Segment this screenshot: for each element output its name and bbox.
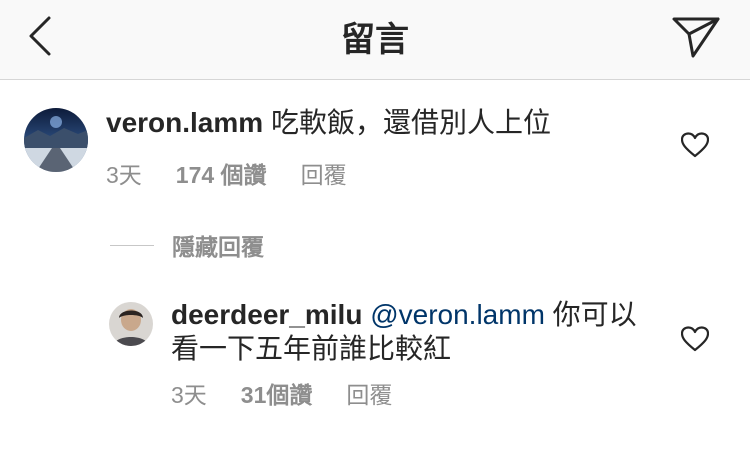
reply-reply-button[interactable]: 回覆 — [346, 376, 392, 410]
paper-plane-icon — [672, 17, 720, 58]
heart-icon — [680, 326, 710, 352]
reply-text: deerdeer_milu @veron.lamm 你可以 看一下五年前誰比較紅 — [171, 298, 651, 366]
reply-mention[interactable]: @veron.lamm — [370, 299, 545, 330]
reply: deerdeer_milu @veron.lamm 你可以 看一下五年前誰比較紅… — [0, 288, 750, 418]
page-title: 留言 — [341, 21, 409, 59]
avatar[interactable] — [24, 108, 88, 172]
reply-body-line1: 你可以 — [552, 299, 637, 330]
comment-body: 吃軟飯，還借別人上位 — [270, 107, 551, 138]
like-button[interactable] — [680, 326, 710, 352]
top-bar: 留言 — [0, 0, 750, 80]
avatar[interactable] — [109, 302, 153, 346]
reply-time: 3天 — [171, 382, 207, 408]
share-button[interactable] — [670, 12, 722, 62]
comment-meta: 3天 174 個讚 回覆 — [106, 156, 347, 190]
heart-icon — [680, 132, 710, 158]
comment-likes[interactable]: 174 個讚 — [176, 156, 267, 190]
comment-username[interactable]: veron.lamm — [106, 107, 263, 138]
avatar-image — [109, 302, 153, 346]
like-button[interactable] — [680, 132, 710, 158]
divider — [110, 244, 154, 246]
hide-replies-label: 隱藏回覆 — [172, 234, 264, 260]
reply-likes[interactable]: 31個讚 — [241, 376, 313, 410]
reply-username[interactable]: deerdeer_milu — [171, 299, 362, 330]
comment: veron.lamm 吃軟飯，還借別人上位 3天 174 個讚 回覆 — [0, 82, 750, 212]
reply-body-line2: 看一下五年前誰比較紅 — [171, 333, 452, 364]
avatar-image — [24, 108, 88, 172]
reply-meta: 3天 31個讚 回覆 — [171, 376, 392, 410]
reply-button[interactable]: 回覆 — [301, 156, 347, 190]
comment-text: veron.lamm 吃軟飯，還借別人上位 — [106, 106, 666, 140]
hide-replies-button[interactable]: 隱藏回覆 — [110, 228, 264, 262]
comment-time: 3天 — [106, 162, 142, 188]
